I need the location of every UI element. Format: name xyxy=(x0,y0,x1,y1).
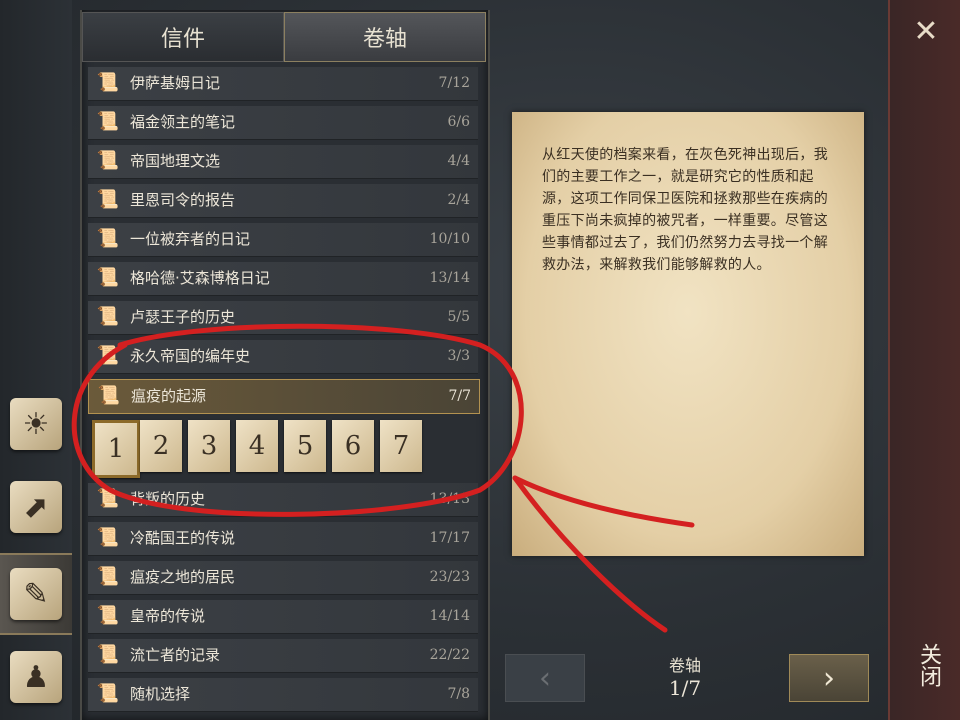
list-item[interactable]: 📜 永久帝国的编年史 3/3 xyxy=(88,340,478,374)
close-icon[interactable]: ✕ xyxy=(912,17,940,47)
list-item-label: 冷酷国王的传说 xyxy=(130,529,236,547)
page-button-1[interactable]: 1 xyxy=(92,420,140,478)
scroll-icon: 📜 xyxy=(96,345,120,366)
sun-book-icon: ☀ xyxy=(10,398,62,450)
sidebar-button-scrolls[interactable]: ✎ xyxy=(0,553,72,635)
list-item[interactable]: 📜 里恩司令的报告 2/4 xyxy=(88,184,478,218)
tab-scrolls[interactable]: 卷轴 xyxy=(284,12,486,62)
list-item-label: 伊萨基姆日记 xyxy=(130,74,221,92)
scroll-icon: 📜 xyxy=(96,644,120,665)
list-item-count: 10/10 xyxy=(429,231,470,247)
list-item-count: 6/6 xyxy=(447,114,470,130)
list-item-label: 流亡者的记录 xyxy=(130,646,221,664)
page-button-2[interactable]: 2 xyxy=(140,420,182,472)
list-item-count: 22/22 xyxy=(429,647,470,663)
sidebar-button-tales[interactable]: ☀ xyxy=(0,385,72,463)
scroll-icon: 📜 xyxy=(96,267,120,288)
list-item-count: 2/4 xyxy=(447,192,470,208)
close-bar[interactable] xyxy=(888,0,960,720)
list-item-label: 一位被弃者的日记 xyxy=(130,230,251,248)
scroll-icon: 📜 xyxy=(96,488,120,509)
scroll-icon: 📜 xyxy=(96,605,120,626)
category-sidebar: ☀ ⬈ ✎ ♟ xyxy=(0,0,72,720)
list-item-count: 14/14 xyxy=(429,608,470,624)
list-item[interactable]: 📜 背叛的历史 13/13 xyxy=(88,483,478,517)
pager-count: 1/7 xyxy=(668,676,702,700)
list-item-count: 7/8 xyxy=(447,686,470,702)
list-item-label: 格哈德·艾森博格日记 xyxy=(130,269,270,287)
list-item[interactable]: 📜 随机选择 7/8 xyxy=(88,678,478,712)
list-item-count: 13/14 xyxy=(429,270,470,286)
list-item-label: 背叛的历史 xyxy=(130,490,206,508)
scroll-icon: 📜 xyxy=(96,228,120,249)
scroll-icon: 📜 xyxy=(96,527,120,548)
page-button-4[interactable]: 4 xyxy=(236,420,278,472)
document-parchment: 从红天使的档案来看，在灰色死神出现后，我们的主要工作之一，就是研究它的性质和起源… xyxy=(512,112,864,556)
list-item-label: 瘟疫之地的居民 xyxy=(130,568,236,586)
tab-letters[interactable]: 信件 xyxy=(82,12,284,62)
list-item[interactable]: 📜 皇帝的传说 14/14 xyxy=(88,600,478,634)
list-item-label: 皇帝的传说 xyxy=(130,607,206,625)
page-selector: 1234567 xyxy=(92,420,432,478)
list-item[interactable]: 📜 格哈德·艾森博格日记 13/14 xyxy=(88,262,478,296)
list-item-count: 7/12 xyxy=(438,75,470,91)
scroll-icon: 📜 xyxy=(97,385,121,406)
list-item[interactable]: 📜 帝国地理文选 4/4 xyxy=(88,145,478,179)
list-item[interactable]: 📜 瘟疫之地的居民 23/23 xyxy=(88,561,478,595)
list-item[interactable]: 📜 一位被弃者的日记 10/10 xyxy=(88,223,478,257)
list-item[interactable]: 📜 福金领主的笔记 6/6 xyxy=(88,106,478,140)
list-item[interactable]: 📜 冷酷国王的传说 17/17 xyxy=(88,522,478,556)
close-label[interactable]: 关闭 xyxy=(908,630,944,700)
list-item-count: 23/23 xyxy=(429,569,470,585)
scroll-icon: 📜 xyxy=(96,566,120,587)
list-item-count: 3/3 xyxy=(447,348,470,364)
list-item-label: 里恩司令的报告 xyxy=(130,191,236,209)
list-item-count: 13/13 xyxy=(429,491,470,507)
chevron-right-icon: › xyxy=(823,660,835,696)
page-button-3[interactable]: 3 xyxy=(188,420,230,472)
list-item-count: 4/4 xyxy=(447,153,470,169)
document-text: 从红天使的档案来看，在灰色死神出现后，我们的主要工作之一，就是研究它的性质和起源… xyxy=(542,147,828,273)
list-item-label: 瘟疫的起源 xyxy=(131,387,207,405)
list-item-label: 随机选择 xyxy=(130,685,191,703)
list-item-label: 福金领主的笔记 xyxy=(130,113,236,131)
list-item-label: 帝国地理文选 xyxy=(130,152,221,170)
scroll-icon: 📜 xyxy=(96,72,120,93)
scroll-icon: 📜 xyxy=(96,683,120,704)
chevron-left-icon: ‹ xyxy=(539,660,551,696)
scroll-icon: 📜 xyxy=(96,150,120,171)
list-item-count: 7/7 xyxy=(448,388,471,404)
page-button-6[interactable]: 6 xyxy=(332,420,374,472)
scroll-icon: 📜 xyxy=(96,306,120,327)
page-button-7[interactable]: 7 xyxy=(380,420,422,472)
list-item-count: 5/5 xyxy=(447,309,470,325)
scroll-icon: 📜 xyxy=(96,189,120,210)
list-item-label: 卢瑟王子的历史 xyxy=(130,308,236,326)
pager-label: 卷轴 xyxy=(668,656,701,675)
character-icon: ♟ xyxy=(10,651,62,703)
list-item[interactable]: 📜 伊萨基姆日记 7/12 xyxy=(88,67,478,101)
tab-bar: 信件 卷轴 xyxy=(82,12,486,62)
page-button-5[interactable]: 5 xyxy=(284,420,326,472)
scroll-quill-icon: ✎ xyxy=(10,568,62,620)
list-item[interactable]: 📜 流亡者的记录 22/22 xyxy=(88,639,478,673)
list-item-label: 永久帝国的编年史 xyxy=(130,347,251,365)
scroll-icon: 📜 xyxy=(96,111,120,132)
list-item-selected[interactable]: 📜 瘟疫的起源 7/7 xyxy=(88,379,480,414)
sidebar-button-map[interactable]: ⬈ xyxy=(0,468,72,546)
previous-page-button[interactable]: ‹ xyxy=(505,654,585,702)
list-item[interactable]: 📜 卢瑟王子的历史 5/5 xyxy=(88,301,478,335)
map-arrow-icon: ⬈ xyxy=(10,481,62,533)
list-item-count: 17/17 xyxy=(429,530,470,546)
next-page-button[interactable]: › xyxy=(789,654,869,702)
sidebar-button-character[interactable]: ♟ xyxy=(0,638,72,716)
